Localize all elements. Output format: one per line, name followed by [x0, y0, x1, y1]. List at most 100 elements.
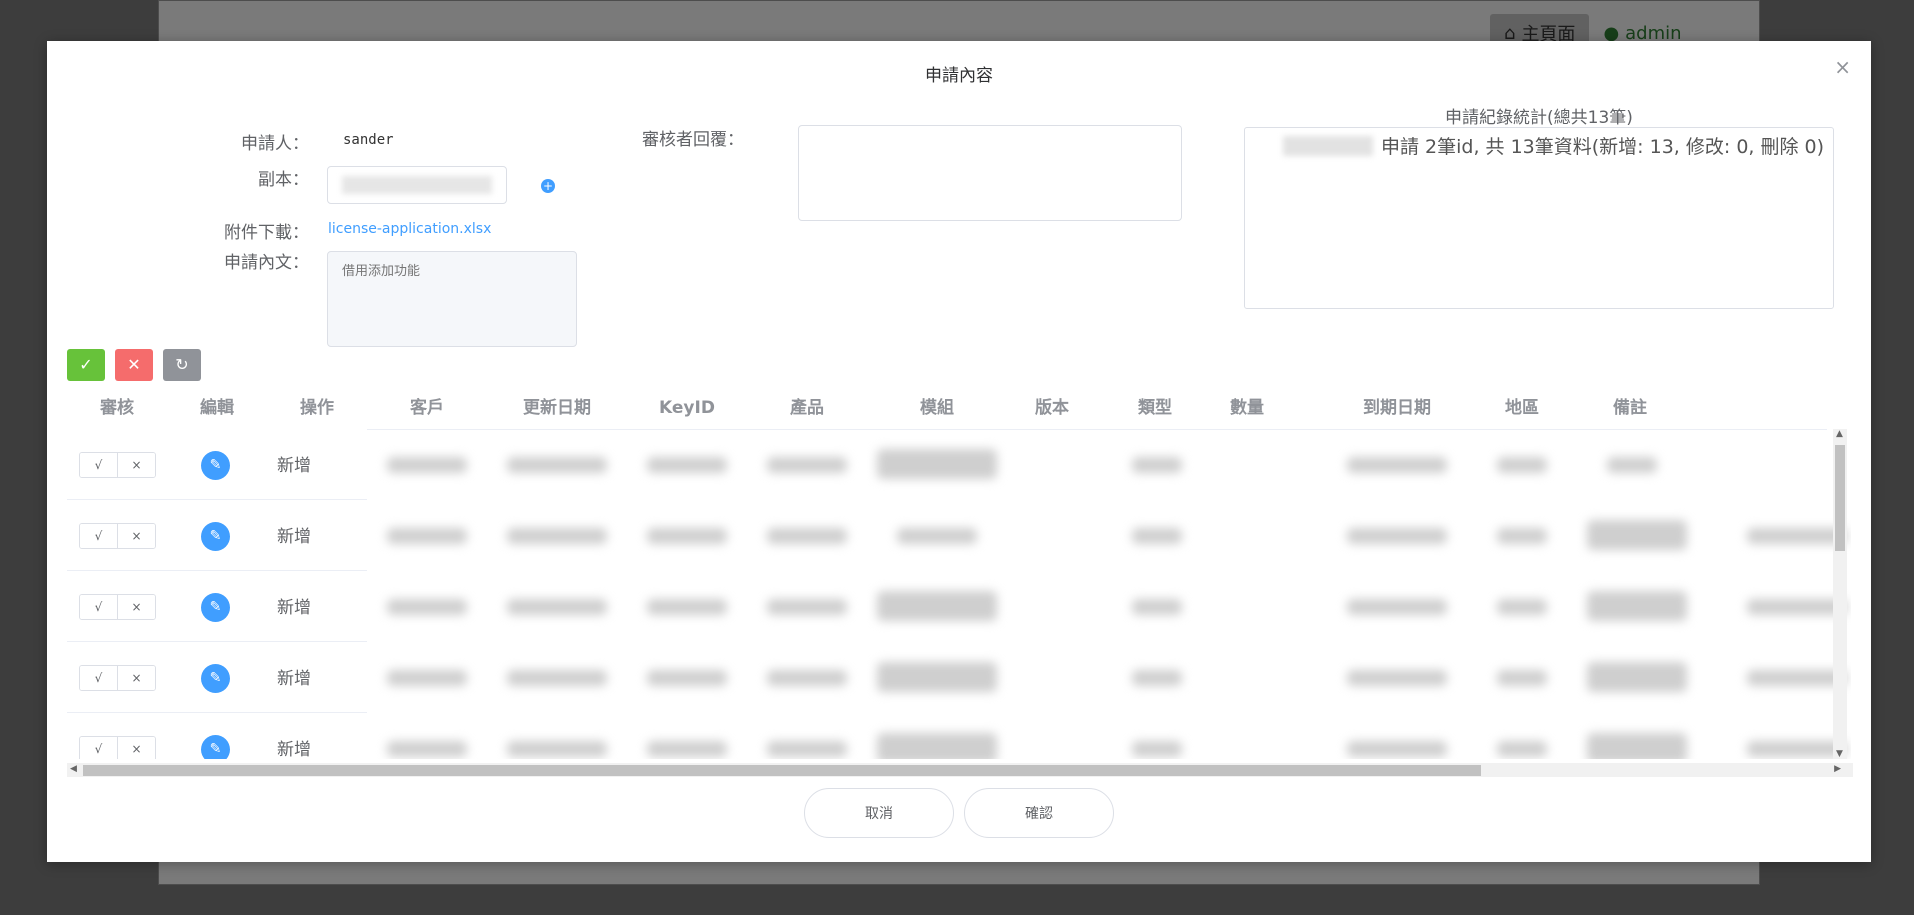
redacted-cell	[1347, 599, 1447, 615]
redacted-cell	[1347, 741, 1447, 757]
pencil-icon: ✎	[209, 599, 222, 615]
vertical-scroll-thumb[interactable]	[1835, 445, 1845, 551]
reject-row-button[interactable]: ×	[117, 737, 155, 759]
redacted-cell	[1132, 599, 1182, 615]
col-region: 地區	[1505, 398, 1539, 418]
redacted-cell	[1747, 599, 1847, 615]
table-row: √ × ✎ 新增	[67, 571, 1847, 642]
check-icon: ✓	[79, 355, 93, 374]
redacted-cell	[1132, 457, 1182, 473]
redacted-cell	[1347, 457, 1447, 473]
row-fixed-cells: √ × ✎ 新增	[67, 571, 367, 642]
confirm-button[interactable]: 確認	[964, 788, 1114, 838]
attachment-label: 附件下載：	[224, 223, 309, 243]
cc-field[interactable]	[327, 166, 507, 204]
redacted-cell	[1347, 670, 1447, 686]
redacted-cell	[1497, 741, 1547, 757]
attachment-download-link[interactable]: license-application.xlsx	[328, 221, 491, 237]
operation-cell: 新增	[277, 456, 311, 476]
edit-row-button[interactable]: ✎	[201, 451, 230, 480]
review-button-group: √ ×	[79, 523, 156, 549]
redacted-cell	[387, 670, 467, 686]
col-keyid: KeyID	[659, 398, 715, 418]
reject-row-button[interactable]: ×	[117, 453, 155, 477]
approve-all-button[interactable]: ✓	[67, 349, 105, 381]
redacted-cell	[1607, 457, 1657, 473]
redacted-cell	[767, 528, 847, 544]
close-icon[interactable]: ×	[1834, 55, 1851, 79]
col-edit: 編輯	[200, 398, 234, 418]
applicant-label: 申請人：	[241, 134, 309, 154]
review-button-group: √ ×	[79, 665, 156, 691]
reject-row-button[interactable]: ×	[117, 524, 155, 548]
scroll-left-icon[interactable]: ◀	[70, 764, 77, 774]
review-button-group: √ ×	[79, 452, 156, 478]
cancel-button[interactable]: 取消	[804, 788, 954, 838]
scroll-down-icon[interactable]: ▼	[1836, 749, 1843, 759]
review-button-group: √ ×	[79, 594, 156, 620]
table-row: √ × ✎ 新增	[67, 429, 1827, 500]
pencil-icon: ✎	[209, 528, 222, 544]
stats-title: 申請紀錄統計(總共13筆)	[1445, 108, 1633, 128]
redacted-cell	[1747, 670, 1847, 686]
vertical-scrollbar[interactable]: ▲ ▼	[1833, 429, 1847, 759]
redacted-cell	[647, 599, 727, 615]
row-fixed-cells: √ × ✎ 新增	[67, 713, 367, 759]
redacted-cell	[507, 528, 607, 544]
row-fixed-cells: √ × ✎ 新增	[67, 500, 367, 571]
scroll-right-icon[interactable]: ▶	[1834, 764, 1841, 774]
redacted-cell	[1497, 457, 1547, 473]
reject-row-button[interactable]: ×	[117, 595, 155, 619]
edit-row-button[interactable]: ✎	[201, 735, 230, 759]
col-product: 產品	[790, 398, 824, 418]
edit-row-button[interactable]: ✎	[201, 522, 230, 551]
table-row: √ × ✎ 新增	[67, 500, 1847, 571]
scroll-up-icon[interactable]: ▲	[1836, 429, 1843, 439]
redacted-cell	[877, 662, 997, 692]
redacted-cell	[387, 457, 467, 473]
col-customer: 客戶	[410, 398, 444, 418]
horizontal-scrollbar[interactable]: ◀ ▶	[67, 763, 1853, 777]
content-textarea[interactable]	[327, 251, 577, 347]
col-update-date: 更新日期	[523, 398, 591, 418]
add-cc-icon[interactable]: +	[541, 179, 555, 193]
redacted-cell	[647, 670, 727, 686]
col-quantity: 數量	[1230, 398, 1264, 418]
col-type: 類型	[1138, 398, 1172, 418]
redacted-cell	[1497, 670, 1547, 686]
approve-row-button[interactable]: √	[80, 453, 117, 477]
review-button-group: √ ×	[79, 736, 156, 759]
approve-row-button[interactable]: √	[80, 666, 117, 690]
redacted-cell	[647, 741, 727, 757]
row-fixed-cells: √ × ✎ 新增	[67, 429, 367, 500]
redacted-cell	[767, 457, 847, 473]
edit-row-button[interactable]: ✎	[201, 664, 230, 693]
redacted-cell	[387, 599, 467, 615]
table-row: √ × ✎ 新增	[67, 713, 1847, 759]
redacted-cell	[1497, 528, 1547, 544]
refresh-button[interactable]: ↻	[163, 349, 201, 381]
pencil-icon: ✎	[209, 741, 222, 757]
approve-row-button[interactable]: √	[80, 737, 117, 759]
redacted-cell	[877, 591, 997, 621]
edit-row-button[interactable]: ✎	[201, 593, 230, 622]
redacted-cell	[647, 528, 727, 544]
redacted-cell	[387, 741, 467, 757]
redacted-cell	[1132, 528, 1182, 544]
reject-all-button[interactable]: ✕	[115, 349, 153, 381]
pencil-icon: ✎	[209, 670, 222, 686]
redacted-cell	[507, 599, 607, 615]
approve-row-button[interactable]: √	[80, 524, 117, 548]
col-operation: 操作	[300, 398, 334, 418]
col-version: 版本	[1035, 398, 1069, 418]
redacted-cell	[1132, 670, 1182, 686]
row-fixed-cells: √ × ✎ 新增	[67, 642, 367, 713]
col-expiry-date: 到期日期	[1363, 398, 1431, 418]
reviewer-reply-textarea[interactable]	[798, 125, 1182, 221]
approve-row-button[interactable]: √	[80, 595, 117, 619]
col-review: 審核	[100, 398, 134, 418]
redacted-cell	[1747, 528, 1847, 544]
reject-row-button[interactable]: ×	[117, 666, 155, 690]
horizontal-scroll-thumb[interactable]	[83, 765, 1481, 776]
redacted-cell	[1497, 599, 1547, 615]
